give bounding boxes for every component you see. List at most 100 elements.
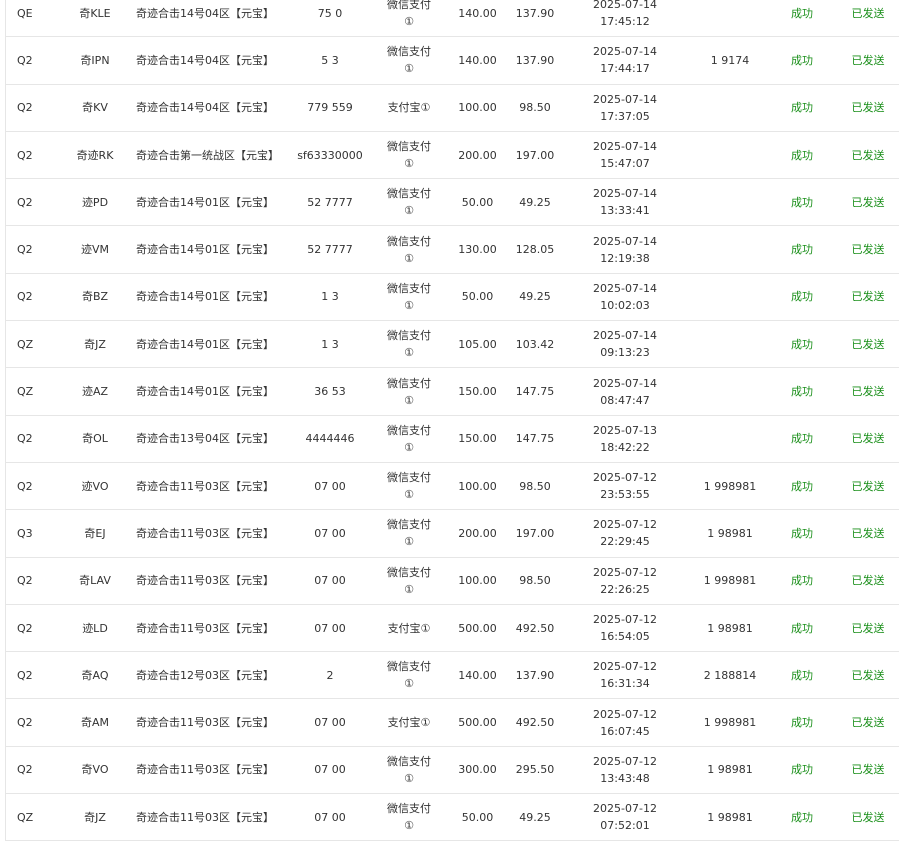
- time-text: 16:54:05: [600, 630, 650, 643]
- date-text: 2025-07-14: [593, 234, 657, 248]
- payment-method-cell: 微信支付①: [387, 281, 431, 312]
- status-badge: 成功: [791, 716, 813, 730]
- time-cell: 2025-07-12 22:26:25: [575, 558, 675, 604]
- table-row[interactable]: Q2 迹PD 奇迹合击14号01区【元宝】 52 7777 微信支付① 50.0…: [5, 179, 899, 227]
- account-cell: 4444446: [305, 432, 355, 446]
- orders-table: QE 奇KLE 奇迹合击14号04区【元宝】 75 0 微信支付① 140.00…: [5, 0, 899, 842]
- time-text: 10:02:03: [600, 298, 650, 312]
- order-id-cell: Q2: [17, 53, 33, 67]
- role-name-cell: 奇AM: [80, 716, 109, 730]
- table-row[interactable]: QE 奇KLE 奇迹合击14号04区【元宝】 75 0 微信支付① 140.00…: [5, 0, 899, 38]
- amount-cell: 200.00: [458, 148, 497, 162]
- account-cell: 07 00: [314, 763, 346, 777]
- mobile-cell: 1 998981: [703, 574, 757, 588]
- table-row[interactable]: Q3 奇EJ 奇迹合击11号03区【元宝】 07 00 微信支付① 200.00…: [5, 510, 899, 558]
- payment-method-cell: 微信支付①: [387, 423, 431, 454]
- send-status-badge: 已发送: [851, 716, 885, 730]
- table-row[interactable]: Q2 奇迹RK 奇迹合击第一统战区【元宝】 sf63330000 微信支付① 2…: [5, 132, 899, 180]
- order-id-cell: Q2: [17, 195, 33, 209]
- table-row[interactable]: Q2 奇IPN 奇迹合击14号04区【元宝】 5 3 微信支付① 140.00 …: [5, 37, 899, 85]
- amount-cell: 500.00: [458, 621, 497, 635]
- mobile-cell: 1 98981: [707, 526, 753, 540]
- time-text: 13:43:48: [600, 771, 650, 785]
- role-name-cell: 奇BZ: [81, 290, 109, 304]
- server-cell: 奇迹合击11号03区【元宝】: [136, 574, 274, 588]
- actual-amount-cell: 147.75: [515, 432, 555, 446]
- table-row[interactable]: QZ 奇JZ 奇迹合击11号03区【元宝】 07 00 微信支付① 50.00 …: [5, 794, 899, 842]
- table-row[interactable]: Q2 奇OL 奇迹合击13号04区【元宝】 4444446 微信支付① 150.…: [5, 416, 899, 463]
- mobile-cell: [690, 226, 770, 272]
- date-text: 2025-07-12: [593, 565, 657, 579]
- date-text: 2025-07-14: [593, 45, 657, 59]
- date-text: 2025-07-12: [593, 471, 657, 485]
- time-cell: 2025-07-12 23:53:55: [575, 463, 675, 509]
- time-text: 16:07:45: [600, 724, 650, 738]
- send-status-badge: 已发送: [851, 432, 885, 446]
- table-row[interactable]: QZ 奇JZ 奇迹合击14号01区【元宝】 1 3 微信支付① 105.00 1…: [5, 321, 899, 369]
- send-status-badge: 已发送: [851, 668, 885, 682]
- table-row[interactable]: Q2 迹VO 奇迹合击11号03区【元宝】 07 00 微信支付① 100.00…: [5, 463, 899, 511]
- order-id-cell: Q2: [17, 479, 33, 493]
- account-cell: 1 3: [321, 290, 339, 304]
- send-status-badge: 已发送: [851, 479, 885, 493]
- send-status-badge: 已发送: [851, 763, 885, 777]
- date-text: 2025-07-12: [593, 660, 657, 674]
- send-status-badge: 已发送: [851, 810, 885, 824]
- status-badge: 成功: [791, 6, 813, 20]
- time-cell: 2025-07-12 16:31:34: [575, 652, 675, 698]
- server-cell: 奇迹合击11号03区【元宝】: [136, 621, 274, 635]
- actual-amount-cell: 147.75: [515, 385, 555, 399]
- actual-amount-cell: 98.50: [519, 574, 551, 588]
- actual-amount-cell: 49.25: [519, 195, 551, 209]
- amount-cell: 130.00: [458, 243, 497, 257]
- table-row[interactable]: QZ 迹AZ 奇迹合击14号01区【元宝】 36 53 微信支付① 150.00…: [5, 368, 899, 416]
- amount-cell: 300.00: [458, 763, 497, 777]
- actual-amount-cell: 492.50: [515, 716, 555, 730]
- date-text: 2025-07-13: [593, 423, 657, 437]
- table-row[interactable]: Q2 奇AQ 奇迹合击12号03区【元宝】 2 微信支付① 140.00 137…: [5, 652, 899, 700]
- account-cell: 36 53: [314, 385, 346, 399]
- role-name-cell: 奇JZ: [84, 810, 106, 824]
- table-row[interactable]: Q2 奇VO 奇迹合击11号03区【元宝】 07 00 微信支付① 300.00…: [5, 747, 899, 795]
- table-row[interactable]: Q2 奇BZ 奇迹合击14号01区【元宝】 1 3 微信支付① 50.00 49…: [5, 274, 899, 322]
- account-cell: 779 559: [307, 101, 353, 115]
- amount-cell: 140.00: [458, 6, 497, 20]
- send-status-badge: 已发送: [851, 290, 885, 304]
- server-cell: 奇迹合击11号03区【元宝】: [136, 526, 274, 540]
- time-text: 17:37:05: [600, 109, 650, 123]
- server-cell: 奇迹合击11号03区【元宝】: [136, 479, 274, 493]
- time-text: 17:44:17: [600, 62, 650, 76]
- account-cell: 07 00: [314, 716, 346, 730]
- table-row[interactable]: Q2 迹LD 奇迹合击11号03区【元宝】 07 00 支付宝① 500.00 …: [5, 605, 899, 653]
- amount-cell: 140.00: [458, 668, 497, 682]
- amount-cell: 50.00: [461, 195, 494, 209]
- status-badge: 成功: [791, 432, 813, 446]
- time-cell: 2025-07-14 15:47:07: [575, 132, 675, 178]
- actual-amount-cell: 103.42: [515, 337, 555, 351]
- status-badge: 成功: [791, 101, 813, 115]
- amount-cell: 105.00: [458, 337, 497, 351]
- date-text: 2025-07-14: [593, 140, 657, 154]
- amount-cell: 200.00: [458, 526, 497, 540]
- table-row[interactable]: Q2 迹VM 奇迹合击14号01区【元宝】 52 7777 微信支付① 130.…: [5, 226, 899, 274]
- account-cell: 2: [326, 668, 334, 682]
- status-badge: 成功: [791, 243, 813, 257]
- mobile-cell: [690, 132, 770, 178]
- payment-method-cell: 微信支付①: [387, 329, 431, 360]
- mobile-cell: [690, 321, 770, 367]
- account-cell: 07 00: [314, 479, 346, 493]
- send-status-badge: 已发送: [851, 6, 885, 20]
- time-cell: 2025-07-12 16:54:05: [575, 605, 675, 651]
- table-row[interactable]: Q2 奇LAV 奇迹合击11号03区【元宝】 07 00 微信支付① 100.0…: [5, 558, 899, 605]
- mobile-cell: 1 98981: [707, 621, 753, 635]
- actual-amount-cell: 295.50: [515, 763, 555, 777]
- status-badge: 成功: [791, 290, 813, 304]
- table-row[interactable]: Q2 奇AM 奇迹合击11号03区【元宝】 07 00 支付宝① 500.00 …: [5, 699, 899, 747]
- payment-method-cell: 微信支付①: [387, 518, 431, 549]
- actual-amount-cell: 492.50: [515, 621, 555, 635]
- table-row[interactable]: Q2 奇KV 奇迹合击14号04区【元宝】 779 559 支付宝① 100.0…: [5, 85, 899, 132]
- status-badge: 成功: [791, 810, 813, 824]
- amount-cell: 150.00: [458, 385, 497, 399]
- status-badge: 成功: [791, 763, 813, 777]
- role-name-cell: 奇迹RK: [76, 148, 114, 162]
